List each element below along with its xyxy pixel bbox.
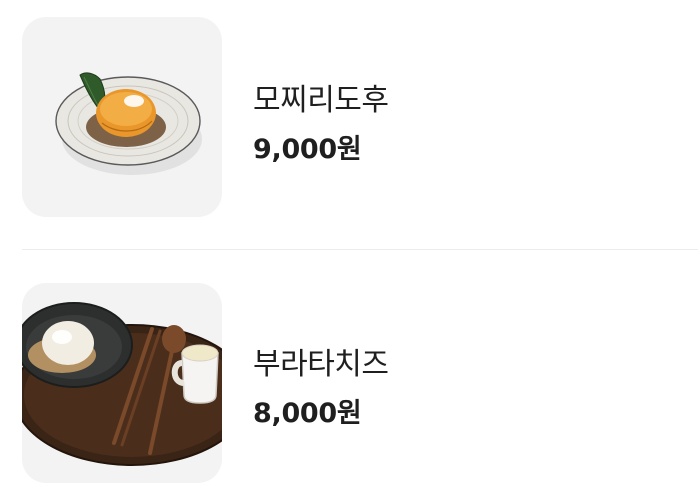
item-name: 부라타치즈 bbox=[253, 347, 389, 382]
item-price: 9,000원 bbox=[253, 134, 362, 165]
divider bbox=[22, 249, 698, 250]
menu-item-mochi-dofu[interactable]: 모찌리도후 9,000원 bbox=[22, 17, 698, 217]
item-name: 모찌리도후 bbox=[253, 83, 389, 118]
menu-item-burrata-cheese[interactable]: 부라타치즈 8,000원 bbox=[22, 283, 698, 483]
mochi-dofu-image bbox=[22, 17, 222, 217]
item-price: 8,000원 bbox=[253, 398, 362, 429]
menu-list: 모찌리도후 9,000원 부라타치즈 8,000원 bbox=[0, 0, 698, 502]
burrata-cheese-image bbox=[22, 283, 222, 483]
